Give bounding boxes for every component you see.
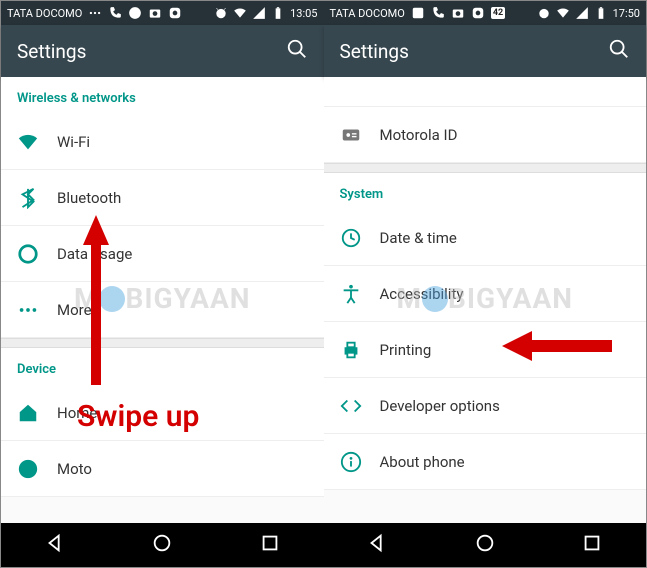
nav-back-button[interactable] bbox=[44, 532, 66, 558]
phone-left: TATA DOCOMO 13:05 Settings Wireless & ne… bbox=[1, 1, 324, 567]
section-header-system: System bbox=[324, 173, 647, 210]
row-accessibility[interactable]: Accessibility bbox=[324, 266, 647, 322]
search-button[interactable] bbox=[608, 38, 630, 64]
nav-recent-button[interactable] bbox=[581, 532, 603, 558]
camera-icon bbox=[451, 6, 465, 20]
more-icon bbox=[17, 299, 57, 321]
search-button[interactable] bbox=[286, 38, 308, 64]
moto-icon bbox=[17, 458, 57, 480]
row-home[interactable]: Home bbox=[1, 385, 324, 441]
row-label: About phone bbox=[380, 453, 465, 471]
instagram-icon bbox=[168, 6, 182, 20]
alarm-icon bbox=[214, 6, 228, 20]
row-developer-options[interactable]: Developer options bbox=[324, 378, 647, 434]
search-icon bbox=[608, 38, 630, 60]
section-header-wireless: Wireless & networks bbox=[1, 77, 324, 114]
phone-right: TATA DOCOMO 42 17:50 Settings Motorola I… bbox=[324, 1, 647, 567]
accessibility-icon bbox=[340, 283, 380, 305]
call-icon bbox=[108, 6, 122, 20]
nav-back-button[interactable] bbox=[366, 532, 388, 558]
status-bar: TATA DOCOMO 42 17:50 bbox=[324, 1, 647, 25]
nav-home-button[interactable] bbox=[151, 532, 173, 558]
whatsapp-icon bbox=[128, 6, 142, 20]
clock-label: 13:05 bbox=[290, 7, 317, 20]
page-title: Settings bbox=[340, 40, 409, 63]
row-label: Printing bbox=[380, 341, 432, 359]
more-notif-icon bbox=[88, 6, 102, 20]
row-moto[interactable]: Moto bbox=[1, 441, 324, 497]
row-label: More bbox=[57, 301, 92, 319]
clock-icon bbox=[340, 227, 380, 249]
search-icon bbox=[286, 38, 308, 60]
section-divider bbox=[324, 163, 647, 173]
bluetooth-icon bbox=[17, 187, 57, 209]
carrier-label: TATA DOCOMO bbox=[7, 7, 82, 20]
row-label: Accessibility bbox=[380, 285, 464, 303]
nav-home-button[interactable] bbox=[474, 532, 496, 558]
info-icon bbox=[340, 451, 380, 473]
battery-icon bbox=[271, 6, 285, 20]
row-label: Bluetooth bbox=[57, 189, 121, 207]
call-icon bbox=[431, 6, 445, 20]
id-card-icon bbox=[340, 124, 380, 146]
facebook-icon bbox=[411, 6, 425, 20]
row-bluetooth[interactable]: Bluetooth bbox=[1, 170, 324, 226]
row-label: Developer options bbox=[380, 397, 500, 415]
nav-bar bbox=[1, 523, 324, 567]
row-date-time[interactable]: Date & time bbox=[324, 210, 647, 266]
row-about-phone[interactable]: About phone bbox=[324, 434, 647, 490]
section-divider bbox=[1, 338, 324, 348]
code-icon bbox=[340, 395, 380, 417]
page-title: Settings bbox=[17, 40, 86, 63]
wifi-status-icon bbox=[233, 6, 247, 20]
status-bar: TATA DOCOMO 13:05 bbox=[1, 1, 324, 25]
home-icon bbox=[17, 402, 57, 424]
alarm-icon bbox=[537, 6, 551, 20]
printer-icon bbox=[340, 339, 380, 361]
row-label: Home bbox=[57, 404, 97, 422]
wifi-icon bbox=[17, 131, 57, 153]
nav-recent-button[interactable] bbox=[259, 532, 281, 558]
row-motorola-id[interactable]: Motorola ID bbox=[324, 107, 647, 163]
instagram-icon bbox=[471, 6, 485, 20]
notification-badge: 42 bbox=[491, 7, 505, 19]
clock-label: 17:50 bbox=[613, 7, 640, 20]
row-label: Date & time bbox=[380, 229, 457, 247]
signal-icon bbox=[575, 6, 589, 20]
row-more[interactable]: More bbox=[1, 282, 324, 338]
row-label: Data usage bbox=[57, 245, 132, 263]
row-label: Moto bbox=[57, 460, 92, 478]
app-toolbar: Settings bbox=[1, 25, 324, 77]
data-usage-icon bbox=[17, 243, 57, 265]
app-toolbar: Settings bbox=[324, 25, 647, 77]
row-printing[interactable]: Printing bbox=[324, 322, 647, 378]
section-header-device: Device bbox=[1, 348, 324, 385]
row-label: Motorola ID bbox=[380, 126, 458, 144]
nav-bar bbox=[324, 523, 647, 567]
row-label: Wi-Fi bbox=[57, 133, 90, 151]
row-wifi[interactable]: Wi-Fi bbox=[1, 114, 324, 170]
row-data-usage[interactable]: Data usage bbox=[1, 226, 324, 282]
signal-icon bbox=[252, 6, 266, 20]
wifi-status-icon bbox=[556, 6, 570, 20]
partial-row bbox=[324, 77, 647, 107]
camera-icon bbox=[148, 6, 162, 20]
battery-icon bbox=[594, 6, 608, 20]
settings-list[interactable]: Wireless & networks Wi-Fi Bluetooth Data… bbox=[1, 77, 324, 523]
settings-list[interactable]: Motorola ID System Date & time Accessibi… bbox=[324, 77, 647, 523]
carrier-label: TATA DOCOMO bbox=[330, 7, 405, 20]
